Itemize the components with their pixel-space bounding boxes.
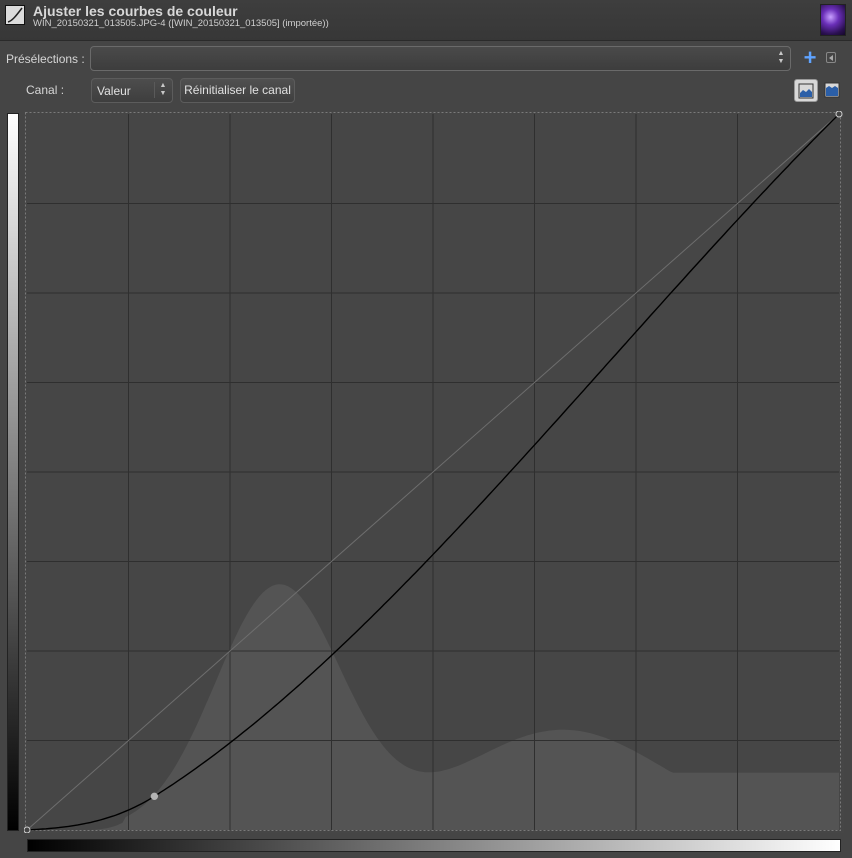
curve-control-point[interactable] (150, 792, 159, 801)
chevron-updown-icon: ▲ ▼ (777, 50, 785, 65)
channel-combo[interactable]: Valeur ▲ ▼ (91, 78, 173, 103)
curve-control-point[interactable] (835, 110, 843, 118)
curve-editor[interactable] (23, 110, 844, 834)
curves-tool-icon (5, 5, 25, 25)
chevron-updown-icon: ▲ ▼ (154, 82, 167, 98)
channel-label: Canal : (26, 83, 65, 97)
dialog-header: Ajuster les courbes de couleur WIN_20150… (0, 0, 852, 41)
preset-menu-icon[interactable] (826, 52, 836, 63)
input-gradient-bar (27, 839, 841, 852)
plus-icon[interactable]: + (801, 47, 819, 69)
presets-label: Présélections : (6, 52, 85, 66)
reset-channel-button[interactable]: Réinitialiser le canal (180, 78, 295, 103)
linear-histogram-icon[interactable] (794, 79, 818, 102)
output-gradient-bar (7, 113, 19, 831)
channel-selected-value: Valeur (97, 84, 131, 98)
logarithmic-histogram-icon[interactable] (821, 79, 845, 102)
dialog-subtitle: WIN_20150321_013505.JPG-4 ([WIN_20150321… (33, 18, 329, 29)
dialog-title: Ajuster les courbes de couleur (33, 3, 238, 19)
curve-control-point[interactable] (23, 826, 31, 834)
presets-combo[interactable]: ▲ ▼ (90, 46, 791, 71)
image-thumbnail (820, 4, 846, 36)
